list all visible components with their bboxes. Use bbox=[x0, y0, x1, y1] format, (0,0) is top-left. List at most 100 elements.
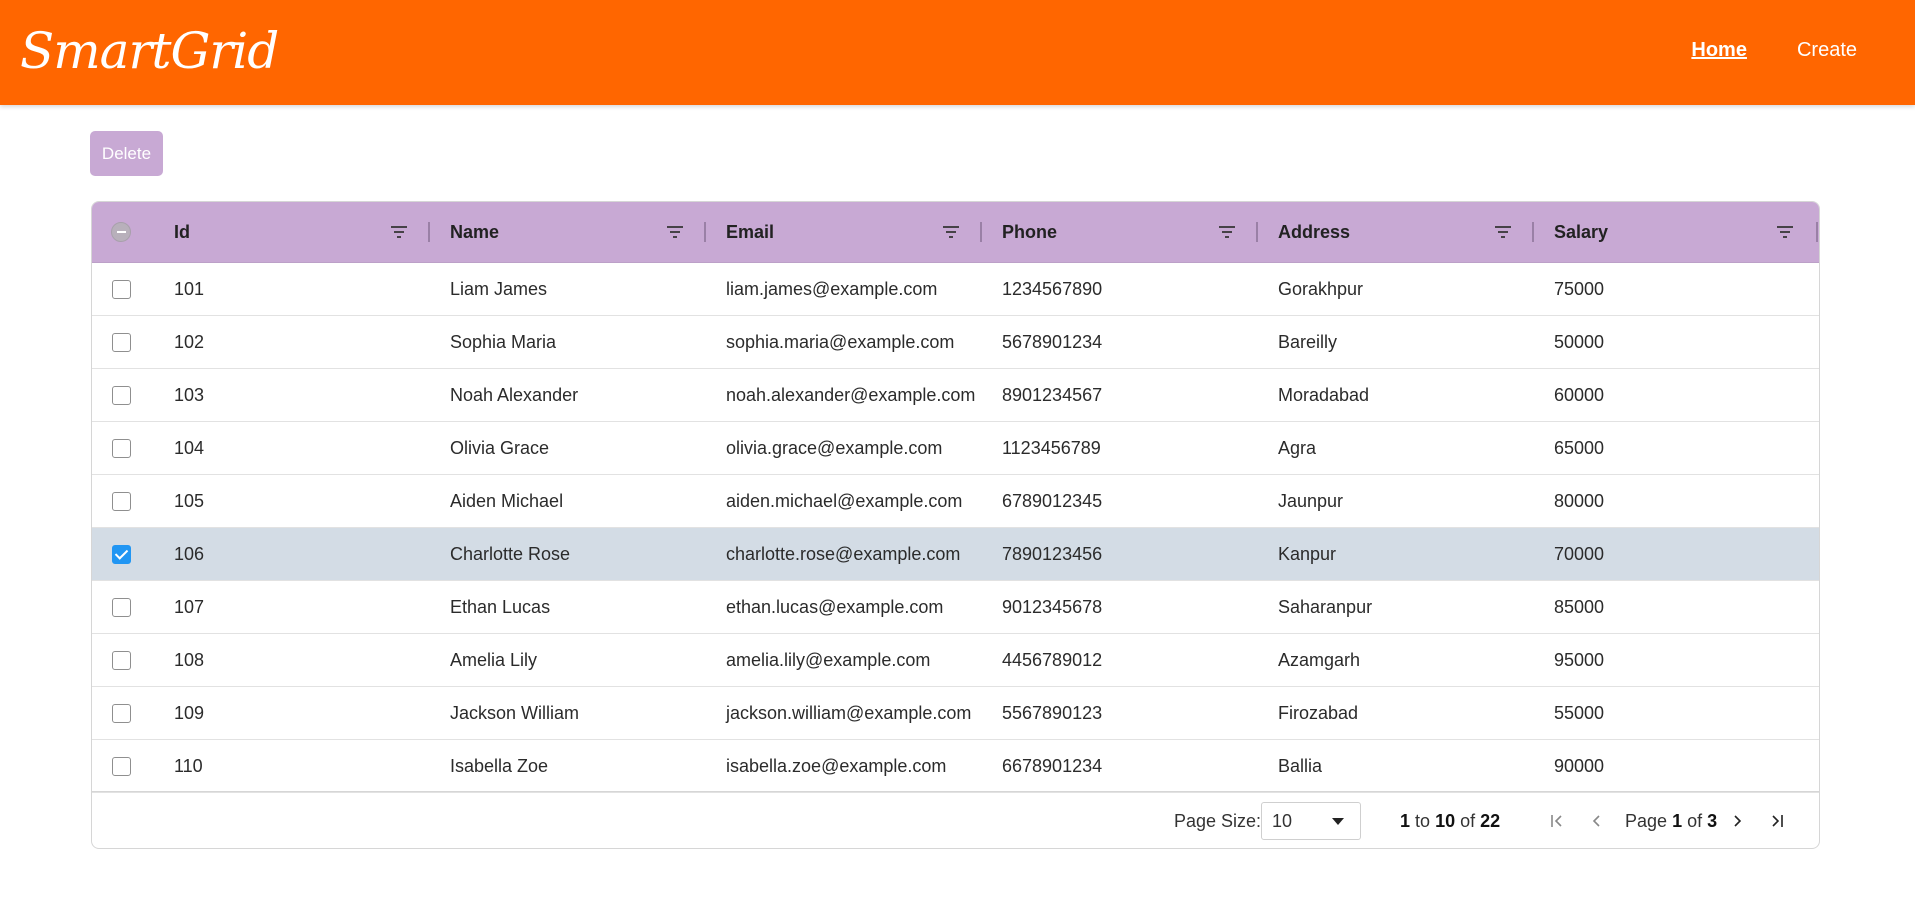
cell-id: 106 bbox=[174, 544, 205, 564]
total-pages: 3 bbox=[1707, 811, 1718, 831]
next-page-icon[interactable] bbox=[1728, 812, 1746, 830]
range-of-text: of bbox=[1460, 811, 1476, 831]
cell-id: 108 bbox=[174, 650, 205, 670]
dropdown-caret-icon bbox=[1332, 818, 1344, 825]
range-end: 10 bbox=[1435, 811, 1456, 831]
row-checkbox[interactable] bbox=[112, 704, 131, 723]
cell-email: sophia.maria@example.com bbox=[726, 332, 955, 352]
table-row[interactable]: 105 Aiden Michael aiden.michael@example.co… bbox=[92, 475, 1819, 528]
column-resize-handle[interactable] bbox=[1256, 222, 1258, 242]
grid-header: Id Name Email Phone Address Salary bbox=[92, 202, 1819, 263]
filter-icon[interactable] bbox=[942, 224, 960, 240]
cell-email: noah.alexander@example.com bbox=[726, 385, 976, 405]
row-checkbox[interactable] bbox=[112, 545, 131, 564]
cell-phone: 7890123456 bbox=[1002, 544, 1103, 564]
table-row[interactable]: 110 Isabella Zoe isabella.zoe@example.com 6… bbox=[92, 740, 1819, 793]
row-checkbox[interactable] bbox=[112, 386, 131, 405]
cell-id: 105 bbox=[174, 491, 205, 511]
cell-id: 102 bbox=[174, 332, 205, 352]
cell-address: Jaunpur bbox=[1278, 491, 1344, 511]
cell-email: liam.james@example.com bbox=[726, 279, 938, 299]
previous-page-icon[interactable] bbox=[1588, 812, 1606, 830]
column-resize-handle[interactable] bbox=[428, 222, 430, 242]
cell-email: charlotte.rose@example.com bbox=[726, 544, 961, 564]
cell-name: Olivia Grace bbox=[450, 438, 550, 458]
app-logo[interactable]: SmartGrid bbox=[20, 16, 279, 86]
column-resize-handle[interactable] bbox=[1816, 222, 1818, 242]
nav-create-link[interactable]: Create bbox=[1797, 39, 1857, 62]
filter-icon[interactable] bbox=[1218, 224, 1236, 240]
column-header-address[interactable]: Address bbox=[1278, 202, 1350, 263]
row-checkbox[interactable] bbox=[112, 333, 131, 352]
table-row[interactable]: 107 Ethan Lucas ethan.lucas@example.com 901… bbox=[92, 581, 1819, 634]
table-row[interactable]: 106 Charlotte Rose charlotte.rose@example.… bbox=[92, 528, 1819, 581]
cell-email: aiden.michael@example.com bbox=[726, 491, 963, 511]
cell-name: Liam James bbox=[450, 279, 548, 299]
cell-id: 107 bbox=[174, 597, 205, 617]
page-indicator: Page 1 of 3 bbox=[1625, 792, 1718, 848]
column-resize-handle[interactable] bbox=[1532, 222, 1534, 242]
cell-address: Ballia bbox=[1278, 756, 1323, 776]
pagination-bar: Page Size: 10 1 to 10 of 22 Page 1 of 3 bbox=[92, 791, 1819, 848]
column-resize-handle[interactable] bbox=[704, 222, 706, 242]
table-row[interactable]: 103 Noah Alexander noah.alexander@example.… bbox=[92, 369, 1819, 422]
column-header-salary[interactable]: Salary bbox=[1554, 202, 1608, 263]
cell-email: amelia.lily@example.com bbox=[726, 650, 931, 670]
last-page-icon[interactable] bbox=[1768, 812, 1786, 830]
cell-name: Jackson William bbox=[450, 703, 580, 723]
table-row[interactable]: 102 Sophia Maria sophia.maria@example.com 5… bbox=[92, 316, 1819, 369]
cell-salary: 95000 bbox=[1554, 650, 1605, 670]
cell-salary: 55000 bbox=[1554, 703, 1605, 723]
column-resize-handle[interactable] bbox=[980, 222, 982, 242]
select-all-checkbox[interactable] bbox=[111, 222, 131, 242]
cell-salary: 80000 bbox=[1554, 491, 1605, 511]
table-row[interactable]: 108 Amelia Lily amelia.lily@example.com 445… bbox=[92, 634, 1819, 687]
cell-phone: 6789012345 bbox=[1002, 491, 1103, 511]
cell-id: 103 bbox=[174, 385, 205, 405]
cell-id: 110 bbox=[174, 756, 203, 776]
filter-icon[interactable] bbox=[1494, 224, 1512, 240]
cell-address: Gorakhpur bbox=[1278, 279, 1364, 299]
row-checkbox[interactable] bbox=[112, 280, 131, 299]
nav-home-link[interactable]: Home bbox=[1691, 39, 1747, 62]
row-range-summary: 1 to 10 of 22 bbox=[1400, 792, 1501, 848]
row-checkbox[interactable] bbox=[112, 598, 131, 617]
table-row[interactable]: 109 Jackson William jackson.william@exampl… bbox=[92, 687, 1819, 740]
cell-salary: 65000 bbox=[1554, 438, 1605, 458]
table-row[interactable]: 104 Olivia Grace olivia.grace@example.com 1… bbox=[92, 422, 1819, 475]
filter-icon[interactable] bbox=[666, 224, 684, 240]
column-header-name[interactable]: Name bbox=[450, 202, 499, 263]
cell-name: Noah Alexander bbox=[450, 385, 579, 405]
row-checkbox[interactable] bbox=[112, 439, 131, 458]
table-row[interactable]: 101 Liam James liam.james@example.com 12345… bbox=[92, 263, 1819, 316]
filter-icon[interactable] bbox=[390, 224, 408, 240]
cell-phone: 1123456789 bbox=[1002, 438, 1101, 458]
cell-email: jackson.william@example.com bbox=[726, 703, 972, 723]
range-total: 22 bbox=[1480, 811, 1501, 831]
cell-name: Charlotte Rose bbox=[450, 544, 571, 564]
range-to-text: to bbox=[1415, 811, 1431, 831]
cell-email: isabella.zoe@example.com bbox=[726, 756, 947, 776]
cell-salary: 50000 bbox=[1554, 332, 1605, 352]
column-header-id[interactable]: Id bbox=[174, 202, 190, 263]
first-page-icon[interactable] bbox=[1548, 812, 1566, 830]
row-checkbox[interactable] bbox=[112, 651, 131, 670]
delete-button[interactable]: Delete bbox=[90, 131, 163, 176]
page-size-select[interactable]: 10 bbox=[1261, 802, 1361, 840]
row-checkbox[interactable] bbox=[112, 757, 131, 776]
cell-id: 109 bbox=[174, 703, 205, 723]
cell-address: Firozabad bbox=[1278, 703, 1359, 723]
filter-icon[interactable] bbox=[1776, 224, 1794, 240]
page-size-label: Page Size: bbox=[1174, 811, 1262, 831]
cell-phone: 5678901234 bbox=[1002, 332, 1103, 352]
row-checkbox[interactable] bbox=[112, 492, 131, 511]
data-grid: Id Name Email Phone Address Salary 101 Liam Ja… bbox=[91, 201, 1820, 849]
cell-address: Azamgarh bbox=[1278, 650, 1361, 670]
cell-salary: 70000 bbox=[1554, 544, 1605, 564]
column-header-phone[interactable]: Phone bbox=[1002, 202, 1057, 263]
column-header-email[interactable]: Email bbox=[726, 202, 774, 263]
nav-links: Home Create bbox=[1691, 0, 1857, 100]
page-label: Page bbox=[1625, 811, 1668, 831]
cell-phone: 1234567890 bbox=[1002, 279, 1103, 299]
cell-address: Saharanpur bbox=[1278, 597, 1373, 617]
